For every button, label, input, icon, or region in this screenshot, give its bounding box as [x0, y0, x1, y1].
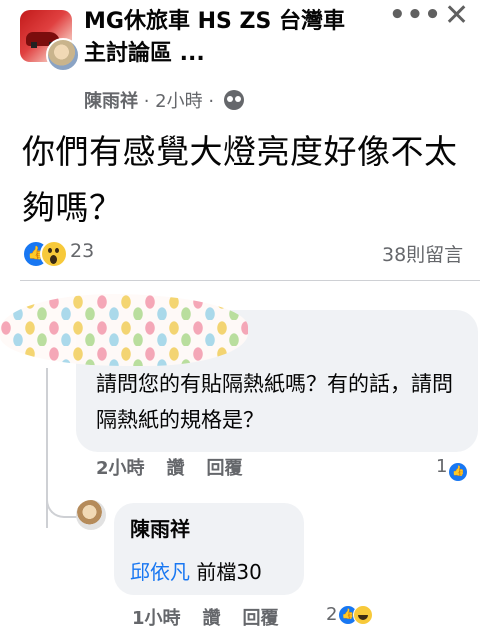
- mention-link[interactable]: 邱依凡: [130, 560, 190, 584]
- comment-like-button[interactable]: 讚: [167, 458, 185, 479]
- group-title[interactable]: MG休旅車 HS ZS 台灣車 主討論區 ...: [84, 6, 374, 70]
- comment-actions: 2小時 讚 回覆: [96, 454, 265, 480]
- comment-count[interactable]: 38則留言: [382, 240, 463, 267]
- reply-author[interactable]: 陳雨祥: [130, 513, 190, 542]
- author-name[interactable]: 陳雨祥: [84, 91, 138, 112]
- post-text: 你們有感覺大燈亮度好像不太夠嗎？: [22, 132, 458, 227]
- reply-reactions[interactable]: 2 👍: [326, 604, 396, 628]
- comment-reactions[interactable]: 1 👍: [436, 456, 468, 481]
- reply-reaction-count: 2: [326, 604, 338, 625]
- audience-icon: [223, 90, 244, 110]
- reply-body-text: 前檔30: [190, 560, 262, 584]
- comment-time: 2小時: [96, 458, 145, 479]
- reply-time: 1小時: [132, 608, 181, 629]
- close-icon[interactable]: ✕: [444, 0, 469, 33]
- reaction-count: 23: [70, 240, 95, 262]
- comment-reply-button[interactable]: 回覆: [207, 458, 243, 479]
- commenter-sticker-avatar[interactable]: [0, 294, 248, 366]
- haha-reaction-icon: [353, 605, 373, 625]
- comment-reaction-count: 1: [436, 456, 448, 477]
- like-reaction-icon: 👍: [449, 463, 468, 481]
- reply-actions: 1小時 讚 回覆: [132, 604, 301, 630]
- reply-avatar[interactable]: [76, 500, 106, 530]
- author-avatar[interactable]: [46, 38, 80, 72]
- reply-like-button[interactable]: 讚: [203, 608, 221, 629]
- post-time: · 2小時 ·: [138, 91, 220, 112]
- reply-reply-button[interactable]: 回覆: [243, 608, 279, 629]
- thread-connector: [46, 480, 78, 518]
- divider: [20, 280, 480, 281]
- reply-text: 邱依凡 前檔30: [130, 556, 262, 585]
- post-meta: 陳雨祥 · 2小時 ·: [84, 87, 244, 113]
- more-options-icon[interactable]: •••: [389, 0, 442, 30]
- comment-text: 請問您的有貼隔熱紙嗎？有的話，請問隔熱紙的規格是？: [96, 372, 453, 432]
- wow-reaction-icon: [40, 240, 68, 268]
